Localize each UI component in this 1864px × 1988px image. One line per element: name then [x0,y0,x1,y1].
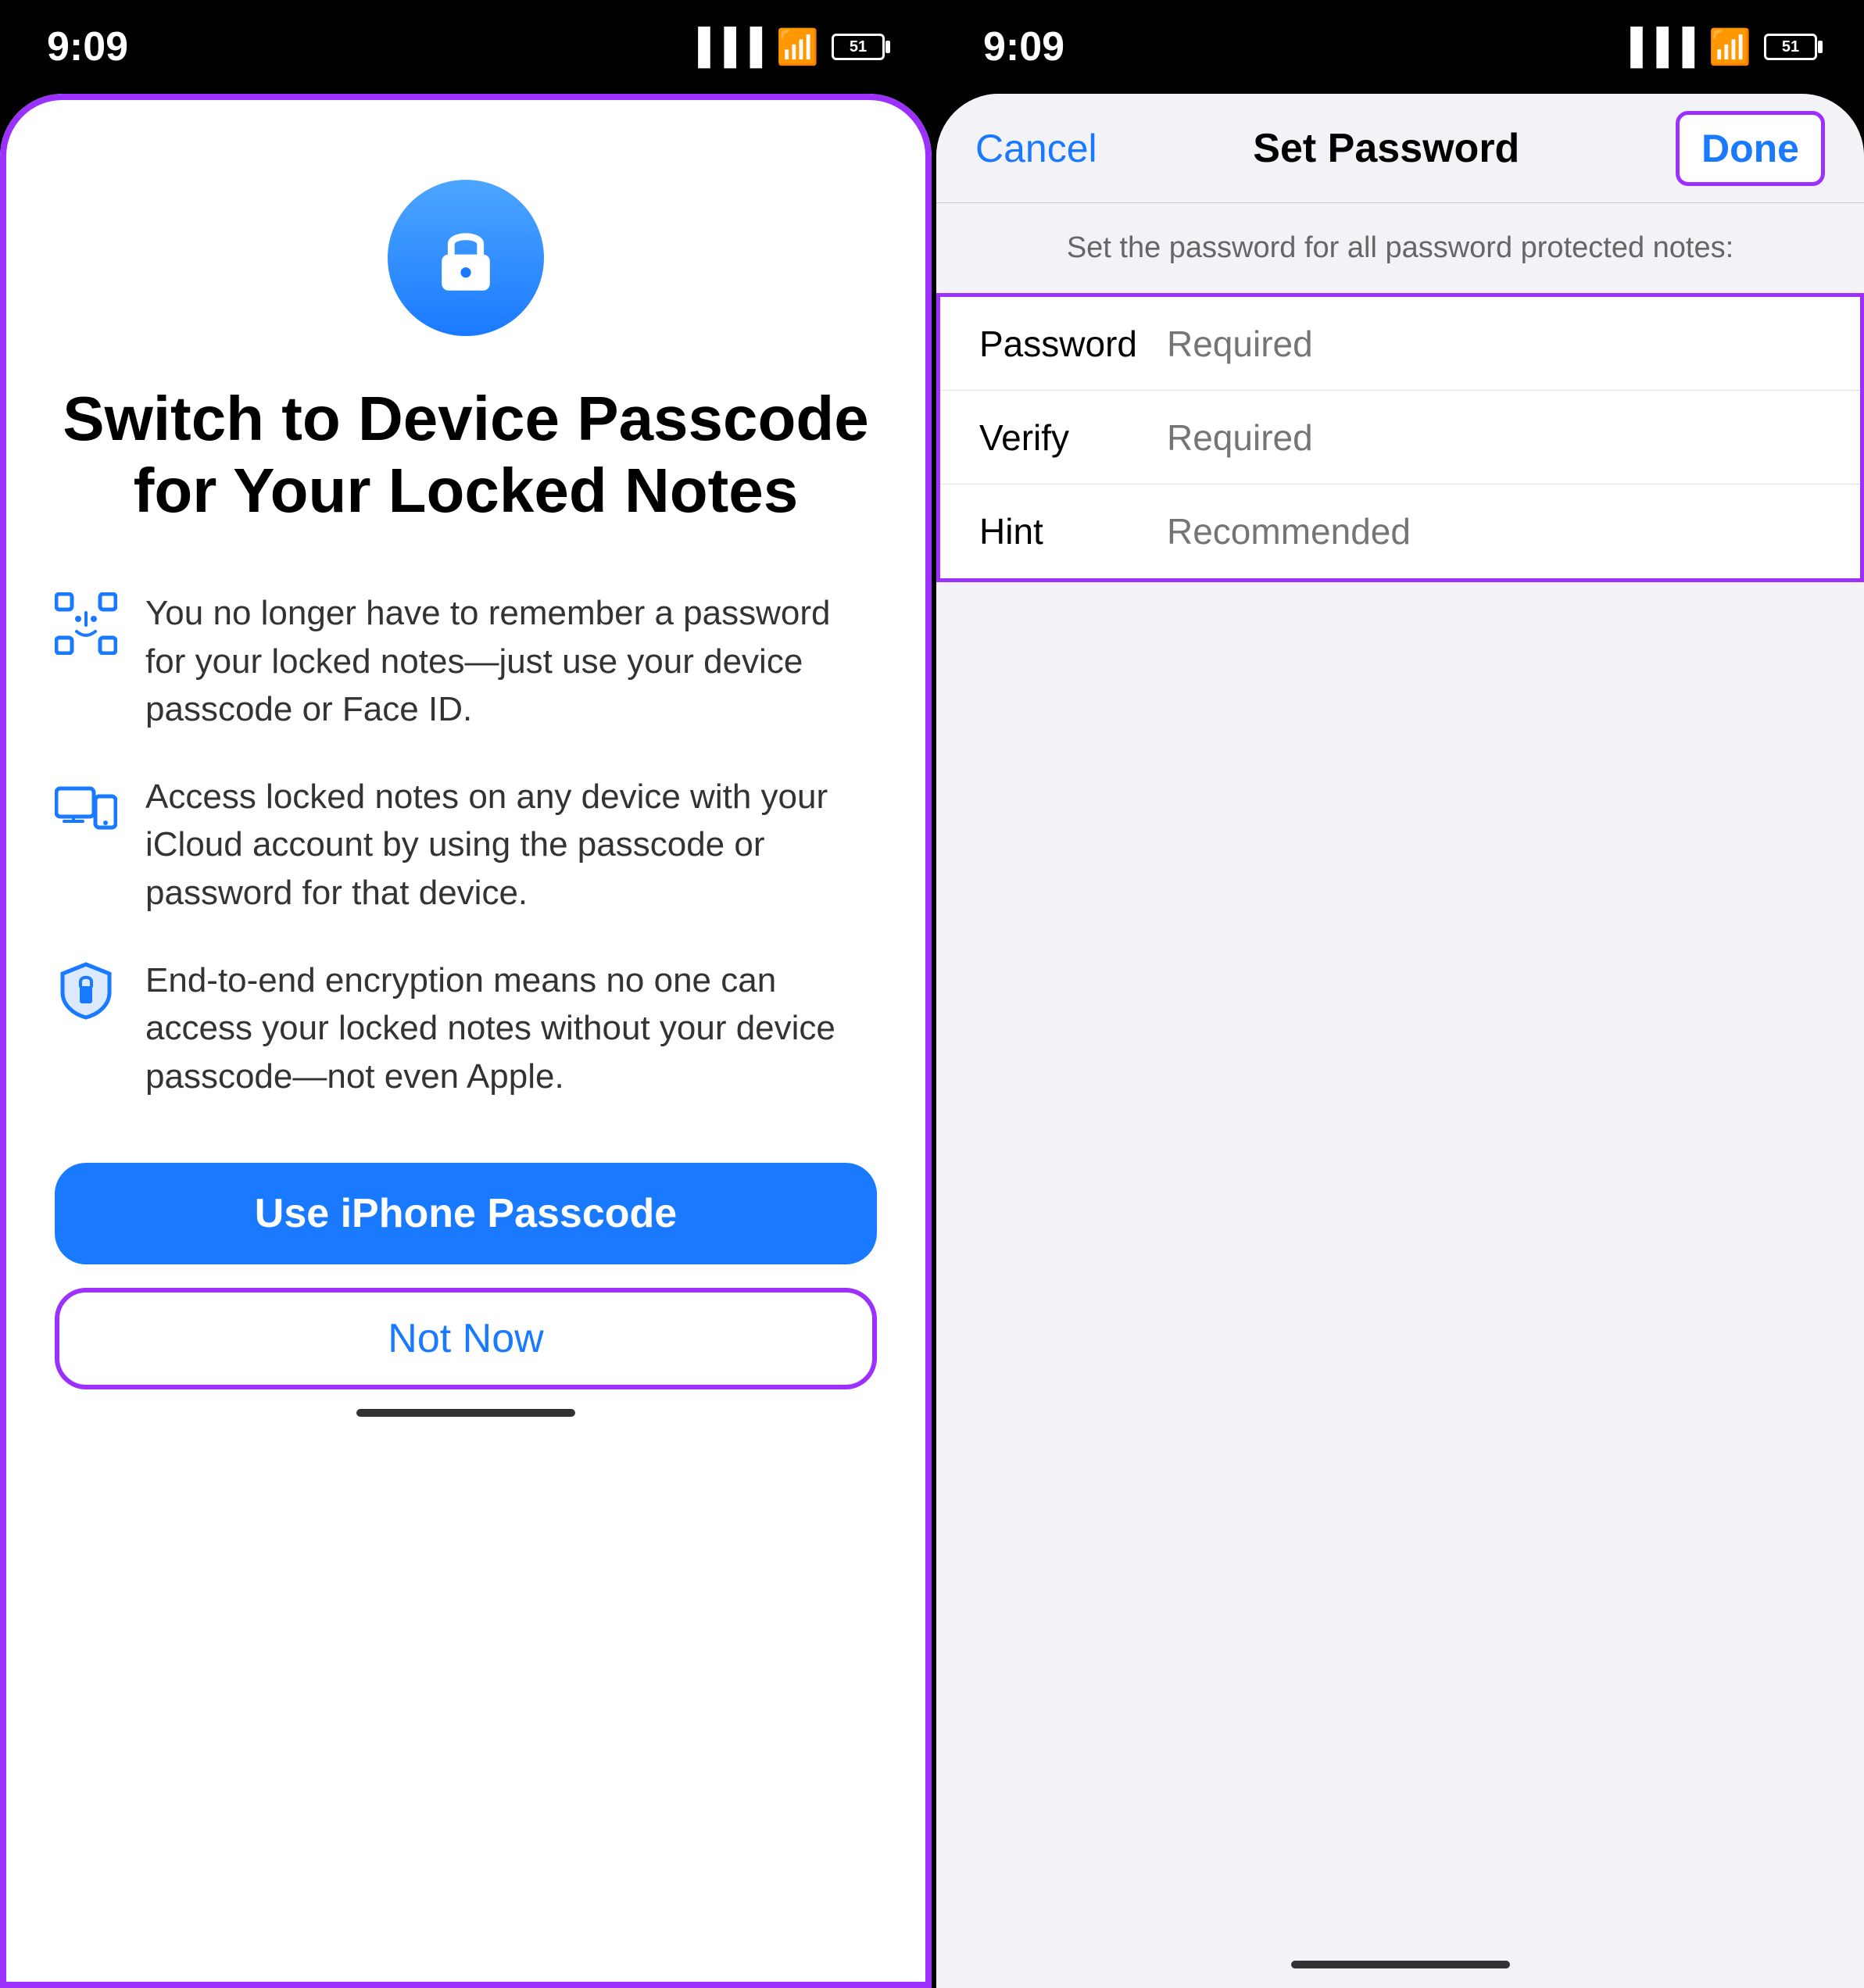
hint-row: Hint [940,484,1860,578]
left-status-right: ▐▐▐ 📶 51 [686,27,885,67]
feature-item-shield: End-to-end encryption means no one can a… [55,956,877,1101]
lock-icon [423,215,509,301]
left-status-bar: 9:09 ▐▐▐ 📶 51 [0,0,932,94]
right-phone: 9:09 ▐▐▐ 📶 51 Cancel Set Password Done S… [936,0,1864,1988]
feature-item-devices: Access locked notes on any device with y… [55,773,877,917]
battery-icon: 51 [832,34,885,60]
feature-text-faceid: You no longer have to remember a passwor… [145,589,877,734]
shield-icon [55,960,117,1022]
right-home-bar [1291,1961,1510,1968]
left-phone: 9:09 ▐▐▐ 📶 51 Switch to Device Passcode … [0,0,932,1988]
face-id-icon [55,592,117,655]
left-screen: Switch to Device Passcode for Your Locke… [0,94,932,1988]
hint-label: Hint [979,510,1151,552]
signal-icon: ▐▐▐ [686,27,764,66]
right-status-bar: 9:09 ▐▐▐ 📶 51 [936,0,1864,94]
nav-title: Set Password [1253,125,1519,172]
right-home-indicator [936,1941,1864,1988]
nav-bar: Cancel Set Password Done [936,94,1864,203]
left-home-bar [356,1409,575,1417]
feature-text-devices: Access locked notes on any device with y… [145,773,877,917]
wifi-icon: 📶 [776,27,819,67]
right-status-right: ▐▐▐ 📶 51 [1619,27,1817,67]
right-signal-icon: ▐▐▐ [1619,27,1697,66]
right-battery-label: 51 [1782,38,1799,56]
right-content-area [936,582,1864,1941]
verify-input[interactable] [1151,417,1821,459]
verify-label: Verify [979,417,1151,459]
feature-item-faceid: You no longer have to remember a passwor… [55,589,877,734]
feature-text-shield: End-to-end encryption means no one can a… [145,956,877,1101]
devices-icon [55,776,117,838]
use-iphone-passcode-button[interactable]: Use iPhone Passcode [55,1163,877,1264]
password-label: Password [979,323,1151,365]
hint-input[interactable] [1151,510,1821,552]
right-screen: Cancel Set Password Done Set the passwor… [936,94,1864,1988]
verify-row: Verify [940,391,1860,484]
left-time: 9:09 [47,23,128,70]
feature-list: You no longer have to remember a passwor… [55,589,877,1100]
cancel-button[interactable]: Cancel [975,126,1097,171]
left-home-indicator [356,1389,575,1436]
main-title: Switch to Device Passcode for Your Locke… [55,383,877,527]
right-battery-icon: 51 [1764,34,1817,60]
password-form: Password Verify Hint [936,293,1864,582]
not-now-button[interactable]: Not Now [55,1288,877,1389]
battery-label: 51 [850,38,867,56]
lock-icon-circle [388,180,544,336]
password-row: Password [940,297,1860,391]
right-wifi-icon: 📶 [1708,27,1751,67]
password-input[interactable] [1151,323,1821,365]
right-time: 9:09 [983,23,1064,70]
done-button[interactable]: Done [1676,111,1825,186]
set-password-subtitle: Set the password for all password protec… [936,203,1864,293]
